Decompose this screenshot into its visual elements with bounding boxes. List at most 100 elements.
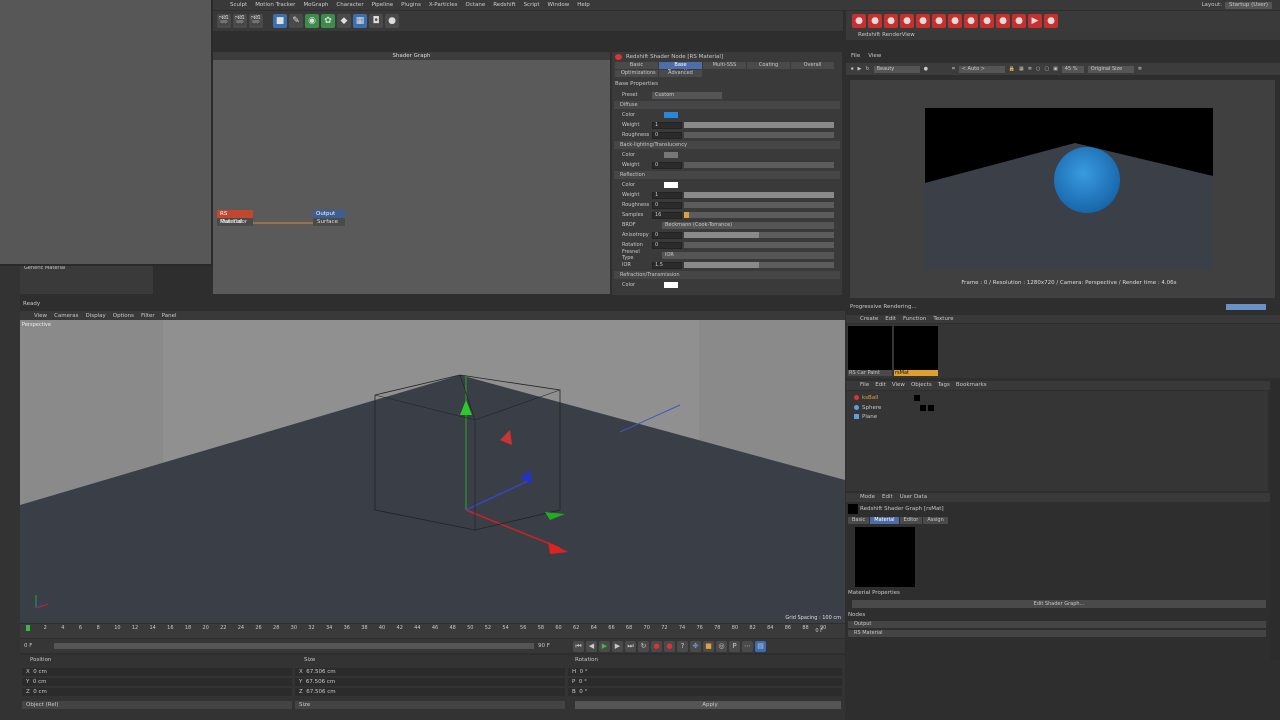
material-menu-function[interactable]: Function [903, 315, 926, 323]
reflection-ior-field[interactable]: 1.5 [652, 261, 682, 269]
reflection-ior-slider[interactable] [684, 262, 834, 268]
viewport-menu-options[interactable]: Options [113, 313, 134, 319]
viewport-menu-panel[interactable]: Panel [162, 313, 177, 319]
object-row-sphere[interactable]: Sphere [854, 403, 1264, 412]
tab-editor[interactable]: Editor [899, 517, 923, 524]
timeline-ruler[interactable]: 0246810121416182022242628303234363840424… [20, 624, 845, 638]
fill-icon[interactable]: ▣ [1053, 66, 1058, 72]
timeline-settings-icon[interactable]: ▤ [755, 640, 766, 652]
lock-icon[interactable]: 🔒 [1009, 66, 1015, 72]
material-tag-icon[interactable] [914, 394, 920, 401]
material-tag-icon[interactable] [920, 404, 926, 411]
key-rotation-icon[interactable]: ◎ [716, 640, 727, 652]
left-tool-strip[interactable] [0, 266, 20, 720]
node-out-color-port[interactable]: Out Color [217, 218, 253, 226]
node-surface-port[interactable]: Surface [313, 218, 345, 226]
key-pla-icon[interactable]: ⋯ [742, 640, 753, 652]
render-view-icon[interactable]: 🎬 [217, 14, 231, 28]
node-item-output[interactable]: Output [848, 621, 1266, 628]
right-vertical-tabs[interactable] [1270, 380, 1280, 660]
reflection-weight-field[interactable]: 1 [652, 191, 682, 199]
shader-graph-canvas[interactable]: RS Material Out Color Output Surface [213, 60, 610, 294]
redshift-camera-icon[interactable]: ● [964, 14, 978, 28]
redshift-environment-icon[interactable]: ● [1012, 14, 1026, 28]
size-z-field[interactable]: Z 67.506 cm [295, 688, 565, 696]
object-menu-file[interactable]: File [860, 381, 869, 390]
light-icon[interactable]: ● [385, 14, 399, 28]
node-rs-material[interactable]: RS Material Out Color [217, 210, 253, 226]
material-menu-create[interactable]: Create [860, 315, 878, 323]
key-scale-icon[interactable]: ■ [703, 640, 714, 652]
redshift-portal-icon[interactable]: ● [932, 14, 946, 28]
position-y-field[interactable]: Y 0 cm [22, 678, 292, 686]
reflection-roughness-field[interactable]: 0 [652, 201, 682, 209]
menu-x-particles[interactable]: X-Particles [425, 2, 462, 8]
diffuse-roughness-field[interactable]: 0 [652, 131, 682, 139]
key-param-icon[interactable]: P [729, 640, 740, 652]
preset-dropdown[interactable]: Custom [652, 91, 722, 99]
loop-icon[interactable]: ↻ [638, 640, 649, 652]
tab-advanced[interactable]: Advanced [659, 70, 702, 77]
menu-pipeline[interactable]: Pipeline [368, 2, 398, 8]
position-x-field[interactable]: X 0 cm [22, 668, 292, 676]
viewport-menu-filter[interactable]: Filter [141, 313, 155, 319]
backlighting-color-swatch[interactable] [664, 152, 678, 158]
deformer-icon[interactable]: ◆ [337, 14, 351, 28]
size-mode-dropdown[interactable]: Size [295, 701, 565, 709]
node-output[interactable]: Output Surface [313, 210, 345, 226]
go-to-end-icon[interactable]: ⏭ [625, 640, 636, 652]
record-icon[interactable]: ● [651, 640, 662, 652]
circle-icon[interactable]: ○ [1036, 66, 1040, 72]
tab-overall[interactable]: Overall [791, 62, 834, 69]
object-menu-bookmarks[interactable]: Bookmarks [956, 381, 987, 390]
aov-dropdown[interactable]: Beauty [873, 65, 920, 73]
redshift-volume-icon[interactable]: ● [980, 14, 994, 28]
attr-menu-edit[interactable]: Edit [882, 493, 893, 502]
reflection-samples-slider[interactable] [684, 212, 834, 218]
keyframe-selection-icon[interactable]: ? [677, 640, 688, 652]
object-menu-edit[interactable]: Edit [875, 381, 886, 390]
menu-character[interactable]: Character [332, 2, 367, 8]
diffuse-roughness-slider[interactable] [684, 132, 834, 138]
viewport-menu-view[interactable]: View [34, 313, 47, 319]
go-to-start-icon[interactable]: ⏮ [573, 640, 584, 652]
object-menu-tags[interactable]: Tags [938, 381, 950, 390]
viewport-menu-cameras[interactable]: Cameras [54, 313, 78, 319]
crop-icon[interactable]: ⌗ [952, 66, 955, 72]
object-row-ksball[interactable]: ksBall [854, 393, 1264, 402]
render-settings-icon[interactable]: 🎬 [249, 14, 263, 28]
backlighting-section[interactable]: Back-lighting/Translucency [614, 141, 840, 149]
object-menu-view[interactable]: View [892, 381, 905, 390]
menu-help[interactable]: Help [573, 2, 594, 8]
tab-basic[interactable]: Basic [615, 62, 658, 69]
tab-basic[interactable]: Basic [848, 517, 870, 524]
viewport-menu-display[interactable]: Display [86, 313, 106, 319]
floating-window[interactable] [0, 0, 213, 266]
redshift-sun-icon[interactable]: ● [916, 14, 930, 28]
timeline-playhead[interactable] [26, 625, 30, 631]
reflection-rotation-slider[interactable] [684, 242, 834, 248]
redshift-settings-icon[interactable]: ● [1044, 14, 1058, 28]
backlighting-weight-field[interactable]: 0 [652, 161, 682, 169]
render-picture-viewer-icon[interactable]: 🎬 [233, 14, 247, 28]
renderview-menu-file[interactable]: File [851, 52, 860, 60]
menu-mograph[interactable]: MoGraph [299, 2, 332, 8]
material-tag-icon[interactable] [928, 404, 934, 411]
redshift-dome-icon[interactable]: ● [884, 14, 898, 28]
size-x-field[interactable]: X 67.506 cm [295, 668, 565, 676]
menu-sculpt[interactable]: Sculpt [226, 2, 251, 8]
diffuse-weight-slider[interactable] [684, 122, 834, 128]
key-position-icon[interactable]: ✥ [690, 640, 701, 652]
reflection-roughness-slider[interactable] [684, 202, 834, 208]
timeline-range-slider[interactable] [54, 643, 534, 649]
material-menu-texture[interactable]: Texture [933, 315, 953, 323]
refresh-icon[interactable]: ↻ [865, 66, 869, 72]
menu-script[interactable]: Script [520, 2, 544, 8]
menu-motion-tracker[interactable]: Motion Tracker [251, 2, 299, 8]
zoom-dropdown[interactable]: 45 % [1061, 65, 1084, 73]
coordinate-mode-dropdown[interactable]: Object (Rel) [22, 701, 292, 709]
play-icon[interactable]: ▶ [599, 640, 610, 652]
diffuse-weight-field[interactable]: 1 [652, 121, 682, 129]
diffuse-section[interactable]: Diffuse [614, 101, 840, 109]
menu-plugins[interactable]: Plugins [397, 2, 425, 8]
